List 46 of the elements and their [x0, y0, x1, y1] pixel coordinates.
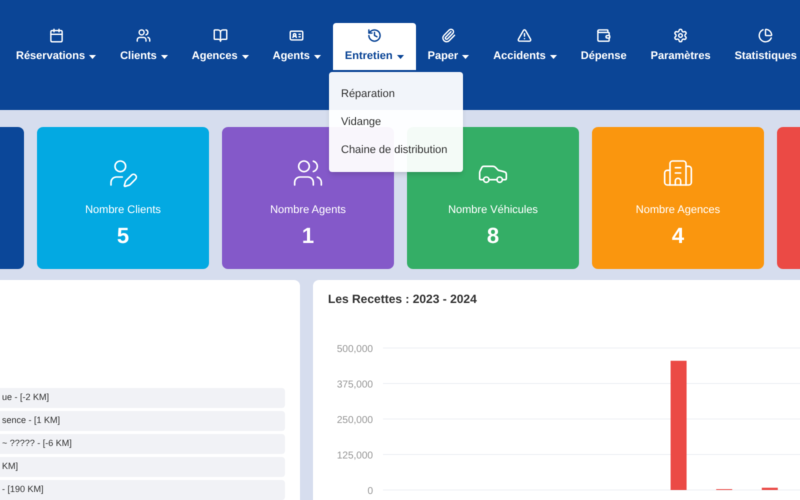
nav-tab[interactable]: Paramètres: [638, 23, 723, 70]
trip-row: ue - [-2 KM]: [0, 388, 285, 408]
nav-tab[interactable]: Entretien: [332, 23, 416, 70]
trip-row: KM]: [0, 457, 285, 477]
nav-tab[interactable]: Statistiques: [722, 23, 800, 70]
axis-tick-label: 500,000: [336, 344, 373, 355]
id-card-icon: [289, 28, 304, 44]
pie-chart-icon: [758, 28, 774, 44]
card-value: 4: [672, 224, 684, 246]
card-label: Nombre Véhicules: [448, 203, 538, 218]
user-edit-icon: [107, 157, 139, 189]
menu-item[interactable]: Vidange: [329, 108, 463, 136]
nav-tab[interactable]: Agences: [180, 23, 261, 70]
users-icon: [136, 28, 152, 44]
wallet-icon: [596, 28, 612, 44]
settings-icon: [673, 28, 688, 44]
book-icon: [212, 28, 228, 44]
menu-item[interactable]: Réparation: [329, 80, 463, 108]
card-value: 8: [486, 224, 500, 246]
nav-tab[interactable]: Paper: [416, 23, 482, 70]
trip-row: - [190 KM]: [0, 480, 285, 500]
card-label: Nombre Agences: [636, 203, 720, 218]
trip-row: ~ ????? - [-6 KM]: [0, 434, 285, 454]
paperclip-icon: [440, 28, 456, 44]
calendar-icon: [48, 28, 64, 44]
axis-tick-label: 0: [367, 486, 373, 497]
card-label: Nombre Agents: [270, 203, 346, 218]
building-icon: [662, 157, 694, 189]
card-value: 1: [302, 224, 314, 246]
axis-tick-label: 250,000: [336, 415, 373, 426]
axis-tick-label: 125,000: [336, 450, 373, 462]
nav-tab[interactable]: Agents: [260, 23, 333, 70]
revenue-bar: [762, 488, 778, 490]
chart-title: Les Recettes : 2023 - 2024: [327, 291, 477, 308]
nav-tab[interactable]: Accidents: [481, 23, 569, 70]
card-value: 5: [116, 224, 130, 246]
warning-icon: [517, 28, 532, 44]
card-label: Nombre Clients: [85, 203, 161, 218]
nav-tab[interactable]: Clients: [108, 23, 180, 70]
trip-row: sence - [1 KM]: [0, 411, 285, 431]
axis-tick-label: 375,000: [336, 380, 373, 390]
nav-tab[interactable]: Dépense: [568, 23, 639, 70]
nav-tab[interactable]: Réservations: [4, 23, 108, 70]
history-icon: [366, 28, 382, 44]
users-icon: [292, 157, 324, 189]
menu-item[interactable]: Chaine de distribution: [329, 136, 463, 164]
